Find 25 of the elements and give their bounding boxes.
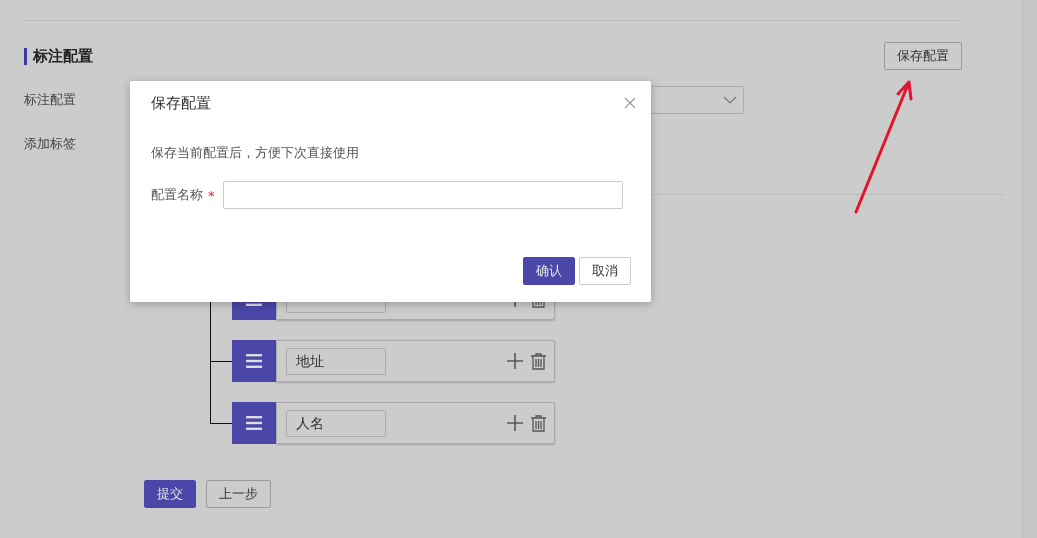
plus-icon[interactable] xyxy=(507,415,523,431)
required-mark: * xyxy=(208,187,215,203)
drag-handle[interactable] xyxy=(232,402,276,444)
close-icon[interactable] xyxy=(624,97,636,109)
back-button[interactable]: 上一步 xyxy=(206,480,271,508)
menu-icon xyxy=(246,354,262,368)
confirm-button[interactable]: 确认 xyxy=(523,257,575,285)
tag-input[interactable]: 地址 xyxy=(286,347,386,375)
submit-button[interactable]: 提交 xyxy=(144,480,196,508)
trash-icon[interactable] xyxy=(531,352,546,370)
chevron-down-icon xyxy=(723,96,737,104)
cancel-button[interactable]: 取消 xyxy=(579,257,631,285)
plus-icon[interactable] xyxy=(507,353,523,369)
form-label: 标注配置 xyxy=(24,91,77,109)
section-title: 标注配置 xyxy=(24,47,93,65)
drag-handle[interactable] xyxy=(232,340,276,382)
dialog-description: 保存当前配置后，方便下次直接使用 xyxy=(151,144,360,162)
dialog-title: 保存配置 xyxy=(151,93,211,113)
save-config-button[interactable]: 保存配置 xyxy=(884,42,962,70)
menu-icon xyxy=(246,416,262,430)
field-label: 配置名称 xyxy=(151,186,203,204)
form-label: 添加标签 xyxy=(24,135,77,153)
tag-input[interactable]: 人名 xyxy=(286,409,386,437)
config-name-input[interactable] xyxy=(222,181,623,209)
trash-icon[interactable] xyxy=(531,414,546,432)
